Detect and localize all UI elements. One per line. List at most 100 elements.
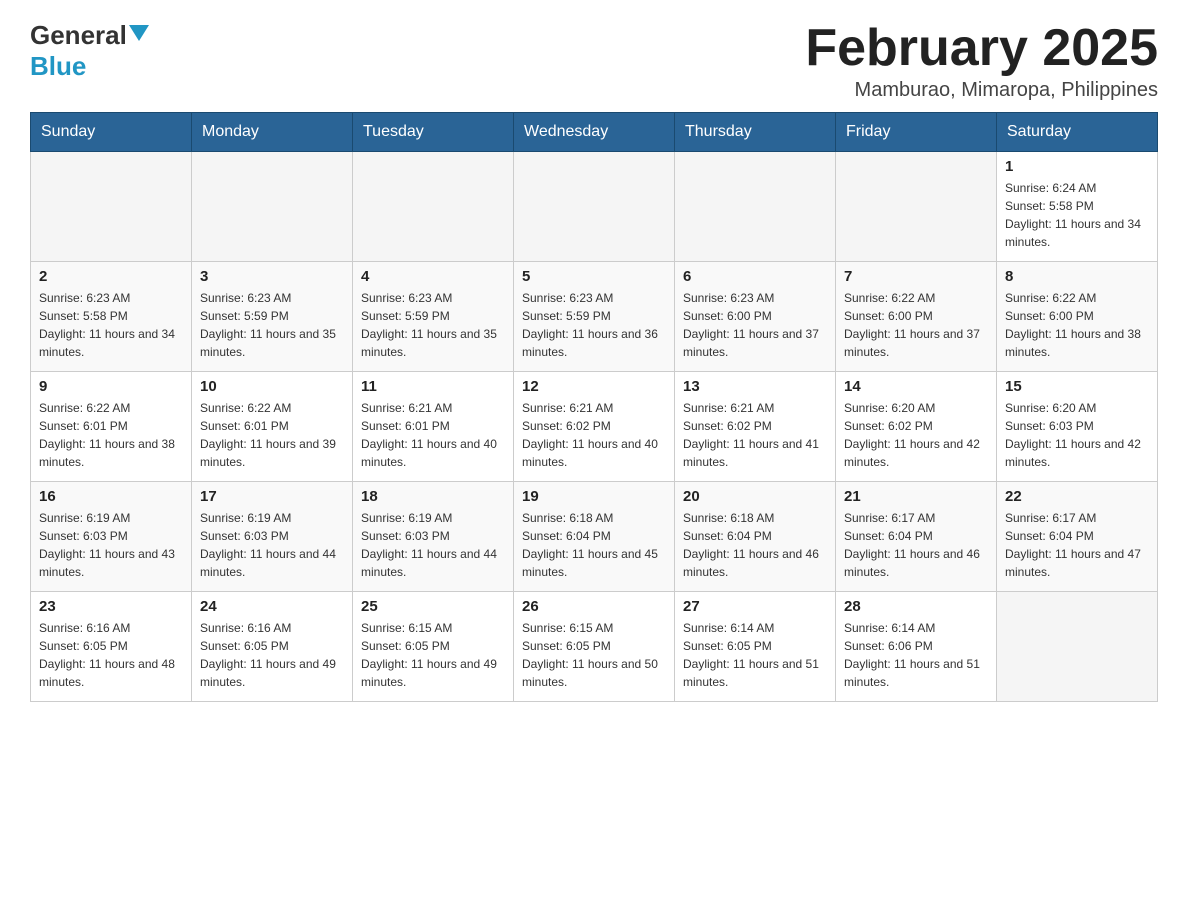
day-number: 18 xyxy=(361,488,505,505)
calendar-cell: 16 Sunrise: 6:19 AM Sunset: 6:03 PM Dayli… xyxy=(31,482,192,592)
weekday-header-thursday: Thursday xyxy=(675,113,836,152)
day-number: 14 xyxy=(844,378,988,395)
calendar-cell: 8Sunrise: 6:22 AM Sunset: 6:00 PM Daylig… xyxy=(997,262,1158,372)
calendar-cell: 10Sunrise: 6:22 AM Sunset: 6:01 PM Dayli… xyxy=(192,372,353,482)
day-info: Sunrise: 6:20 AM Sunset: 6:02 PM Dayligh… xyxy=(844,399,988,471)
calendar-table: SundayMondayTuesdayWednesdayThursdayFrid… xyxy=(30,112,1158,702)
day-info: Sunrise: 6:23 AM Sunset: 5:59 PM Dayligh… xyxy=(200,289,344,361)
weekday-header-saturday: Saturday xyxy=(997,113,1158,152)
day-info: Sunrise: 6:23 AM Sunset: 5:59 PM Dayligh… xyxy=(522,289,666,361)
calendar-cell xyxy=(353,152,514,262)
calendar-week-3: 9 Sunrise: 6:22 AM Sunset: 6:01 PM Daylig… xyxy=(31,372,1158,482)
day-info: Sunrise: 6:15 AM Sunset: 6:05 PM Dayligh… xyxy=(522,619,666,691)
day-info: Sunrise: 6:22 AM Sunset: 6:00 PM Dayligh… xyxy=(844,289,988,361)
day-number: 15 xyxy=(1005,378,1149,395)
day-info: Sunrise: 6:24 AM Sunset: 5:58 PM Dayligh… xyxy=(1005,179,1149,251)
calendar-cell xyxy=(31,152,192,262)
calendar-cell: 20Sunrise: 6:18 AM Sunset: 6:04 PM Dayli… xyxy=(675,482,836,592)
calendar-cell: 15 Sunrise: 6:20 AM Sunset: 6:03 PM Dayli… xyxy=(997,372,1158,482)
calendar-week-5: 23 Sunrise: 6:16 AM Sunset: 6:05 PM Dayli… xyxy=(31,592,1158,702)
day-number: 20 xyxy=(683,488,827,505)
day-number: 27 xyxy=(683,598,827,615)
location-title: Mamburao, Mimaropa, Philippines xyxy=(805,79,1158,102)
day-number: 16 xyxy=(39,488,183,505)
calendar-cell: 4Sunrise: 6:23 AM Sunset: 5:59 PM Daylig… xyxy=(353,262,514,372)
day-number: 9 xyxy=(39,378,183,395)
calendar-cell: 5 Sunrise: 6:23 AM Sunset: 5:59 PM Daylig… xyxy=(514,262,675,372)
logo-triangle-icon xyxy=(129,25,149,41)
day-number: 1 xyxy=(1005,158,1149,175)
calendar-cell: 25 Sunrise: 6:15 AM Sunset: 6:05 PM Dayli… xyxy=(353,592,514,702)
day-number: 25 xyxy=(361,598,505,615)
day-number: 11 xyxy=(361,378,505,395)
day-number: 23 xyxy=(39,598,183,615)
day-number: 21 xyxy=(844,488,988,505)
calendar-cell: 13 Sunrise: 6:21 AM Sunset: 6:02 PM Dayli… xyxy=(675,372,836,482)
calendar-cell: 7 Sunrise: 6:22 AM Sunset: 6:00 PM Daylig… xyxy=(836,262,997,372)
day-info: Sunrise: 6:21 AM Sunset: 6:02 PM Dayligh… xyxy=(683,399,827,471)
calendar-week-2: 2 Sunrise: 6:23 AM Sunset: 5:58 PM Daylig… xyxy=(31,262,1158,372)
day-number: 13 xyxy=(683,378,827,395)
day-info: Sunrise: 6:14 AM Sunset: 6:05 PM Dayligh… xyxy=(683,619,827,691)
calendar-cell xyxy=(836,152,997,262)
logo-word-blue: Blue xyxy=(30,51,86,81)
calendar-cell xyxy=(514,152,675,262)
calendar-cell: 21 Sunrise: 6:17 AM Sunset: 6:04 PM Dayli… xyxy=(836,482,997,592)
calendar-cell xyxy=(675,152,836,262)
page-header: General Blue February 2025 Mamburao, Mim… xyxy=(30,20,1158,102)
day-info: Sunrise: 6:19 AM Sunset: 6:03 PM Dayligh… xyxy=(200,509,344,581)
day-info: Sunrise: 6:21 AM Sunset: 6:02 PM Dayligh… xyxy=(522,399,666,471)
calendar-cell: 17Sunrise: 6:19 AM Sunset: 6:03 PM Dayli… xyxy=(192,482,353,592)
calendar-cell: 12 Sunrise: 6:21 AM Sunset: 6:02 PM Dayli… xyxy=(514,372,675,482)
day-info: Sunrise: 6:23 AM Sunset: 6:00 PM Dayligh… xyxy=(683,289,827,361)
day-info: Sunrise: 6:15 AM Sunset: 6:05 PM Dayligh… xyxy=(361,619,505,691)
day-number: 3 xyxy=(200,268,344,285)
day-info: Sunrise: 6:18 AM Sunset: 6:04 PM Dayligh… xyxy=(522,509,666,581)
day-number: 26 xyxy=(522,598,666,615)
weekday-header-row: SundayMondayTuesdayWednesdayThursdayFrid… xyxy=(31,113,1158,152)
day-info: Sunrise: 6:17 AM Sunset: 6:04 PM Dayligh… xyxy=(844,509,988,581)
calendar-cell xyxy=(192,152,353,262)
day-number: 6 xyxy=(683,268,827,285)
calendar-cell: 1 Sunrise: 6:24 AM Sunset: 5:58 PM Daylig… xyxy=(997,152,1158,262)
calendar-cell: 6 Sunrise: 6:23 AM Sunset: 6:00 PM Daylig… xyxy=(675,262,836,372)
calendar-cell: 18 Sunrise: 6:19 AM Sunset: 6:03 PM Dayli… xyxy=(353,482,514,592)
day-info: Sunrise: 6:19 AM Sunset: 6:03 PM Dayligh… xyxy=(39,509,183,581)
calendar-cell: 3 Sunrise: 6:23 AM Sunset: 5:59 PM Daylig… xyxy=(192,262,353,372)
month-title: February 2025 xyxy=(805,20,1158,77)
calendar-week-4: 16 Sunrise: 6:19 AM Sunset: 6:03 PM Dayli… xyxy=(31,482,1158,592)
day-number: 8 xyxy=(1005,268,1149,285)
logo: General Blue xyxy=(30,20,149,82)
day-info: Sunrise: 6:22 AM Sunset: 6:01 PM Dayligh… xyxy=(39,399,183,471)
day-number: 12 xyxy=(522,378,666,395)
calendar-cell: 27 Sunrise: 6:14 AM Sunset: 6:05 PM Dayli… xyxy=(675,592,836,702)
day-info: Sunrise: 6:16 AM Sunset: 6:05 PM Dayligh… xyxy=(200,619,344,691)
calendar-cell: 26 Sunrise: 6:15 AM Sunset: 6:05 PM Dayli… xyxy=(514,592,675,702)
day-number: 7 xyxy=(844,268,988,285)
calendar-cell: 19 Sunrise: 6:18 AM Sunset: 6:04 PM Dayli… xyxy=(514,482,675,592)
day-info: Sunrise: 6:20 AM Sunset: 6:03 PM Dayligh… xyxy=(1005,399,1149,471)
title-area: February 2025 Mamburao, Mimaropa, Philip… xyxy=(805,20,1158,102)
day-info: Sunrise: 6:16 AM Sunset: 6:05 PM Dayligh… xyxy=(39,619,183,691)
day-info: Sunrise: 6:17 AM Sunset: 6:04 PM Dayligh… xyxy=(1005,509,1149,581)
day-number: 19 xyxy=(522,488,666,505)
day-number: 2 xyxy=(39,268,183,285)
calendar-cell xyxy=(997,592,1158,702)
weekday-header-tuesday: Tuesday xyxy=(353,113,514,152)
day-info: Sunrise: 6:22 AM Sunset: 6:01 PM Dayligh… xyxy=(200,399,344,471)
calendar-cell: 2 Sunrise: 6:23 AM Sunset: 5:58 PM Daylig… xyxy=(31,262,192,372)
day-info: Sunrise: 6:21 AM Sunset: 6:01 PM Dayligh… xyxy=(361,399,505,471)
weekday-header-monday: Monday xyxy=(192,113,353,152)
day-info: Sunrise: 6:19 AM Sunset: 6:03 PM Dayligh… xyxy=(361,509,505,581)
day-number: 28 xyxy=(844,598,988,615)
day-number: 5 xyxy=(522,268,666,285)
calendar-cell: 23 Sunrise: 6:16 AM Sunset: 6:05 PM Dayli… xyxy=(31,592,192,702)
calendar-cell: 24Sunrise: 6:16 AM Sunset: 6:05 PM Dayli… xyxy=(192,592,353,702)
weekday-header-sunday: Sunday xyxy=(31,113,192,152)
day-info: Sunrise: 6:23 AM Sunset: 5:58 PM Dayligh… xyxy=(39,289,183,361)
calendar-cell: 11 Sunrise: 6:21 AM Sunset: 6:01 PM Dayli… xyxy=(353,372,514,482)
weekday-header-friday: Friday xyxy=(836,113,997,152)
calendar-cell: 22Sunrise: 6:17 AM Sunset: 6:04 PM Dayli… xyxy=(997,482,1158,592)
calendar-cell: 14 Sunrise: 6:20 AM Sunset: 6:02 PM Dayli… xyxy=(836,372,997,482)
day-info: Sunrise: 6:14 AM Sunset: 6:06 PM Dayligh… xyxy=(844,619,988,691)
